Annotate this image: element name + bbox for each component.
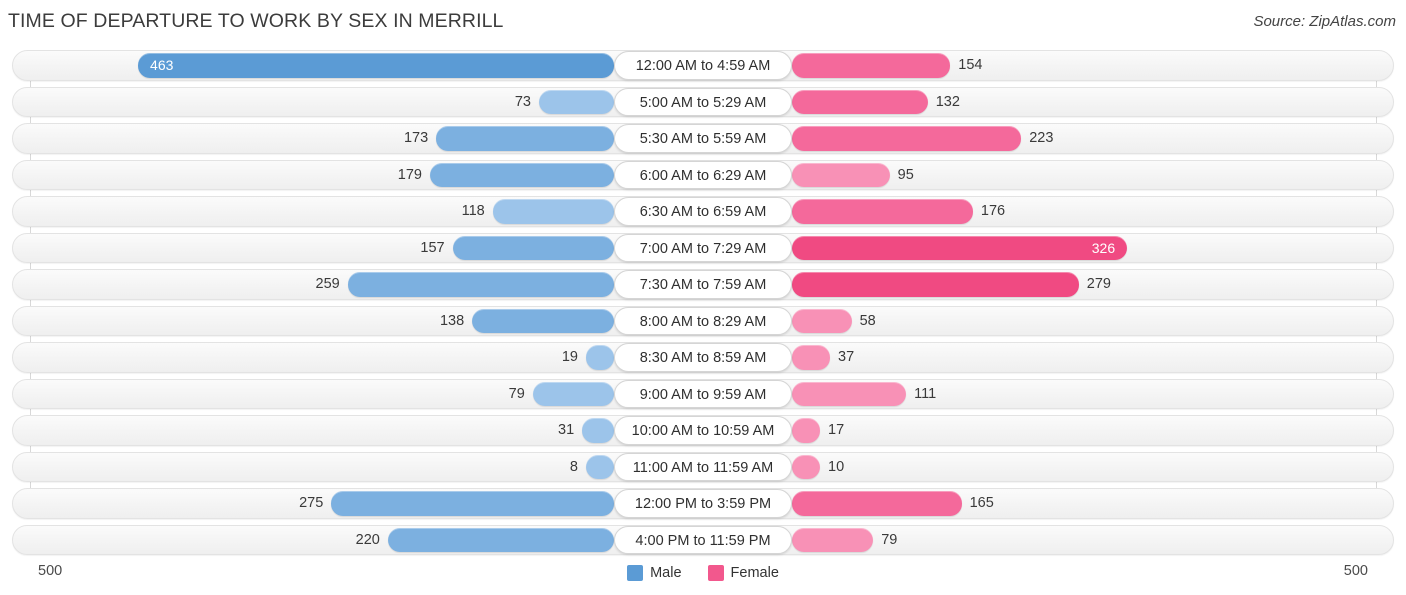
category-label: 12:00 PM to 3:59 PM [614, 489, 792, 518]
female-value-label: 165 [969, 495, 994, 511]
male-bar [430, 162, 614, 187]
male-bar [492, 199, 614, 224]
female-bar [792, 126, 1022, 151]
legend-swatch-icon [707, 565, 724, 581]
female-bar [792, 308, 852, 333]
chart-container: TIME OF DEPARTURE TO WORK BY SEX IN MERR… [0, 0, 1406, 595]
male-value-label: 157 [420, 239, 445, 256]
male-bar [538, 89, 614, 114]
source-attribution: Source: ZipAtlas.com [1253, 13, 1396, 30]
female-value-label: 111 [914, 385, 937, 402]
female-value-label: 95 [897, 166, 914, 183]
male-value-label: 173 [403, 130, 429, 146]
bar-row: 19 37 8:30 AM to 8:59 AM [0, 342, 1406, 373]
category-label: 10:00 AM to 10:59 AM [614, 416, 792, 445]
chart-legend: Male Female [0, 565, 1406, 581]
female-bar [792, 527, 874, 552]
category-label: 11:00 AM to 11:59 AM [614, 452, 792, 481]
female-bar [792, 53, 951, 78]
female-value-inline: 326 [1091, 239, 1116, 256]
male-bar [436, 126, 614, 151]
category-label: 4:00 PM to 11:59 PM [614, 525, 792, 554]
bar-row: 275 165 12:00 PM to 3:59 PM [0, 488, 1406, 519]
male-value-inline: 463 [150, 57, 174, 73]
category-label: 5:00 AM to 5:29 AM [614, 87, 792, 116]
female-bar [792, 418, 820, 443]
male-value-label: 19 [561, 349, 578, 365]
male-value-label: 8 [569, 458, 578, 475]
category-label: 6:30 AM to 6:59 AM [614, 197, 792, 226]
female-value-label: 37 [838, 349, 855, 365]
bar-row: 463 154 12:00 AM to 4:59 AM [0, 50, 1406, 81]
bar-row: 118 176 6:30 AM to 6:59 AM [0, 196, 1406, 227]
female-value-label: 176 [980, 203, 1006, 219]
male-bar [586, 454, 614, 479]
category-label: 8:00 AM to 8:29 AM [614, 306, 792, 335]
plot-area: 463 154 12:00 AM to 4:59 AM 73 132 5:00 AM to… [0, 50, 1406, 555]
female-bar [792, 381, 907, 406]
bar-row: 31 17 10:00 AM to 10:59 AM [0, 415, 1406, 446]
male-value-label: 259 [315, 276, 340, 292]
female-value-label: 154 [958, 57, 983, 73]
female-bar [792, 454, 820, 479]
bar-row: 259 279 7:30 AM to 7:59 AM [0, 269, 1406, 300]
male-value-label: 179 [397, 166, 422, 183]
male-bar [586, 345, 614, 370]
male-bar [387, 527, 614, 552]
female-value-label: 132 [935, 93, 960, 110]
female-value-label: 10 [828, 458, 845, 475]
male-bar [532, 381, 614, 406]
female-bar: 326 [792, 235, 1128, 260]
bar-row: 326 157 7:00 AM to 7:29 AM [0, 232, 1406, 263]
category-label: 7:00 AM to 7:29 AM [614, 233, 792, 262]
female-bar [792, 199, 973, 224]
bar-row: 179 95 6:00 AM to 6:29 AM [0, 159, 1406, 190]
category-label: 5:30 AM to 5:59 AM [614, 124, 792, 153]
male-bar [347, 272, 614, 297]
male-bar: 463 [138, 53, 614, 78]
male-bar [452, 235, 614, 260]
bar-row: 138 58 8:00 AM to 8:29 AM [0, 305, 1406, 336]
category-label: 6:00 AM to 6:29 AM [614, 160, 792, 189]
female-value-label: 79 [881, 531, 898, 548]
male-value-label: 31 [558, 422, 575, 438]
female-bar [792, 345, 831, 370]
bar-row: 220 79 4:00 PM to 11:59 PM [0, 524, 1406, 555]
male-bar [331, 491, 614, 516]
female-bar [792, 89, 928, 114]
legend-label: Male [650, 565, 682, 581]
legend-swatch-icon [627, 565, 644, 581]
male-bar [582, 418, 614, 443]
category-label: 12:00 AM to 4:59 AM [614, 51, 792, 80]
legend-label: Female [730, 565, 779, 581]
male-value-label: 79 [508, 385, 525, 402]
male-value-label: 220 [355, 531, 380, 548]
male-bar [472, 308, 614, 333]
page-title: TIME OF DEPARTURE TO WORK BY SEX IN MERR… [8, 10, 504, 32]
female-value-label: 279 [1086, 276, 1111, 292]
bar-row: 8 10 11:00 AM to 11:59 AM [0, 451, 1406, 482]
bar-row: 73 132 5:00 AM to 5:29 AM [0, 86, 1406, 117]
female-value-label: 223 [1029, 130, 1054, 146]
male-value-label: 275 [299, 495, 324, 511]
category-label: 7:30 AM to 7:59 AM [614, 270, 792, 299]
legend-item-male[interactable]: Male [627, 565, 682, 581]
female-bar [792, 491, 962, 516]
bar-rows: 463 154 12:00 AM to 4:59 AM 73 132 5:00 AM to… [0, 50, 1406, 561]
female-value-label: 58 [859, 312, 876, 329]
male-value-label: 138 [439, 312, 465, 329]
female-bar [792, 162, 890, 187]
female-value-label: 17 [828, 422, 845, 438]
category-label: 9:00 AM to 9:59 AM [614, 379, 792, 408]
male-value-label: 73 [514, 93, 531, 110]
bar-row: 173 223 5:30 AM to 5:59 AM [0, 123, 1406, 154]
category-label: 8:30 AM to 8:59 AM [614, 343, 792, 372]
male-value-label: 118 [461, 203, 485, 219]
female-bar [792, 272, 1079, 297]
legend-item-female[interactable]: Female [707, 565, 779, 581]
bar-row: 79 111 9:00 AM to 9:59 AM [0, 378, 1406, 409]
